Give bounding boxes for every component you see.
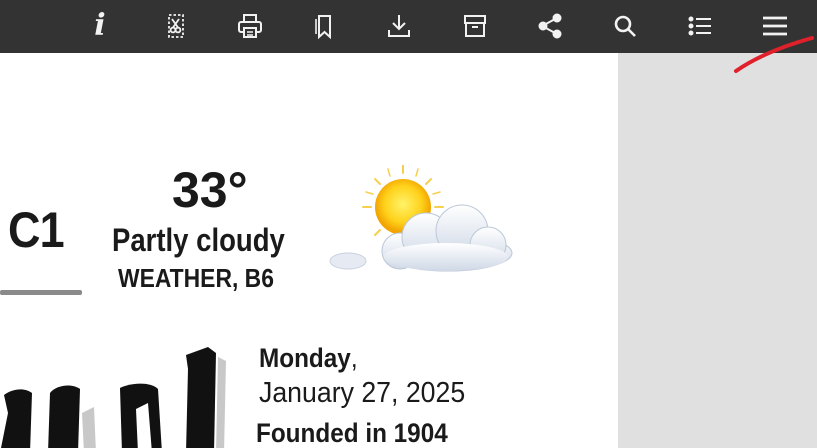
bookmark-icon xyxy=(315,15,331,40)
day-suffix: , xyxy=(350,343,358,373)
toolbar: i xyxy=(0,0,817,53)
search-icon xyxy=(614,15,636,37)
list-icon xyxy=(688,16,711,36)
archive-icon xyxy=(464,15,486,37)
print-icon xyxy=(238,14,262,38)
info-button[interactable]: i xyxy=(80,6,120,46)
temperature: 33° xyxy=(172,162,248,218)
day-name: Monday xyxy=(259,343,351,373)
partly-cloudy-icon xyxy=(329,165,513,272)
bookmark-button[interactable] xyxy=(304,6,344,46)
menu-button[interactable] xyxy=(755,6,795,46)
masthead-logo xyxy=(1,347,226,448)
date-text: January 27, 2025 xyxy=(259,377,466,409)
divider-rule xyxy=(0,290,82,295)
clip-icon xyxy=(168,14,184,38)
share-icon xyxy=(538,13,562,39)
founded-text: Founded in 1904 xyxy=(256,418,448,448)
section-label: C1 xyxy=(8,202,65,258)
download-icon xyxy=(388,15,410,37)
menu-icon xyxy=(763,16,787,36)
side-panel xyxy=(618,53,817,448)
newspaper-page[interactable]: C1 33° Partly cloudy WEATHER, B6 Monday,… xyxy=(0,53,618,448)
weather-reference: WEATHER, B6 xyxy=(118,263,274,293)
clip-button[interactable] xyxy=(155,6,195,46)
search-button[interactable] xyxy=(605,6,645,46)
weather-condition: Partly cloudy xyxy=(112,222,285,258)
list-button[interactable] xyxy=(680,6,720,46)
print-button[interactable] xyxy=(230,6,270,46)
download-button[interactable] xyxy=(379,6,419,46)
info-icon: i xyxy=(94,8,106,43)
date-day: Monday, xyxy=(259,345,358,372)
share-button[interactable] xyxy=(530,6,570,46)
archive-button[interactable] xyxy=(455,6,495,46)
